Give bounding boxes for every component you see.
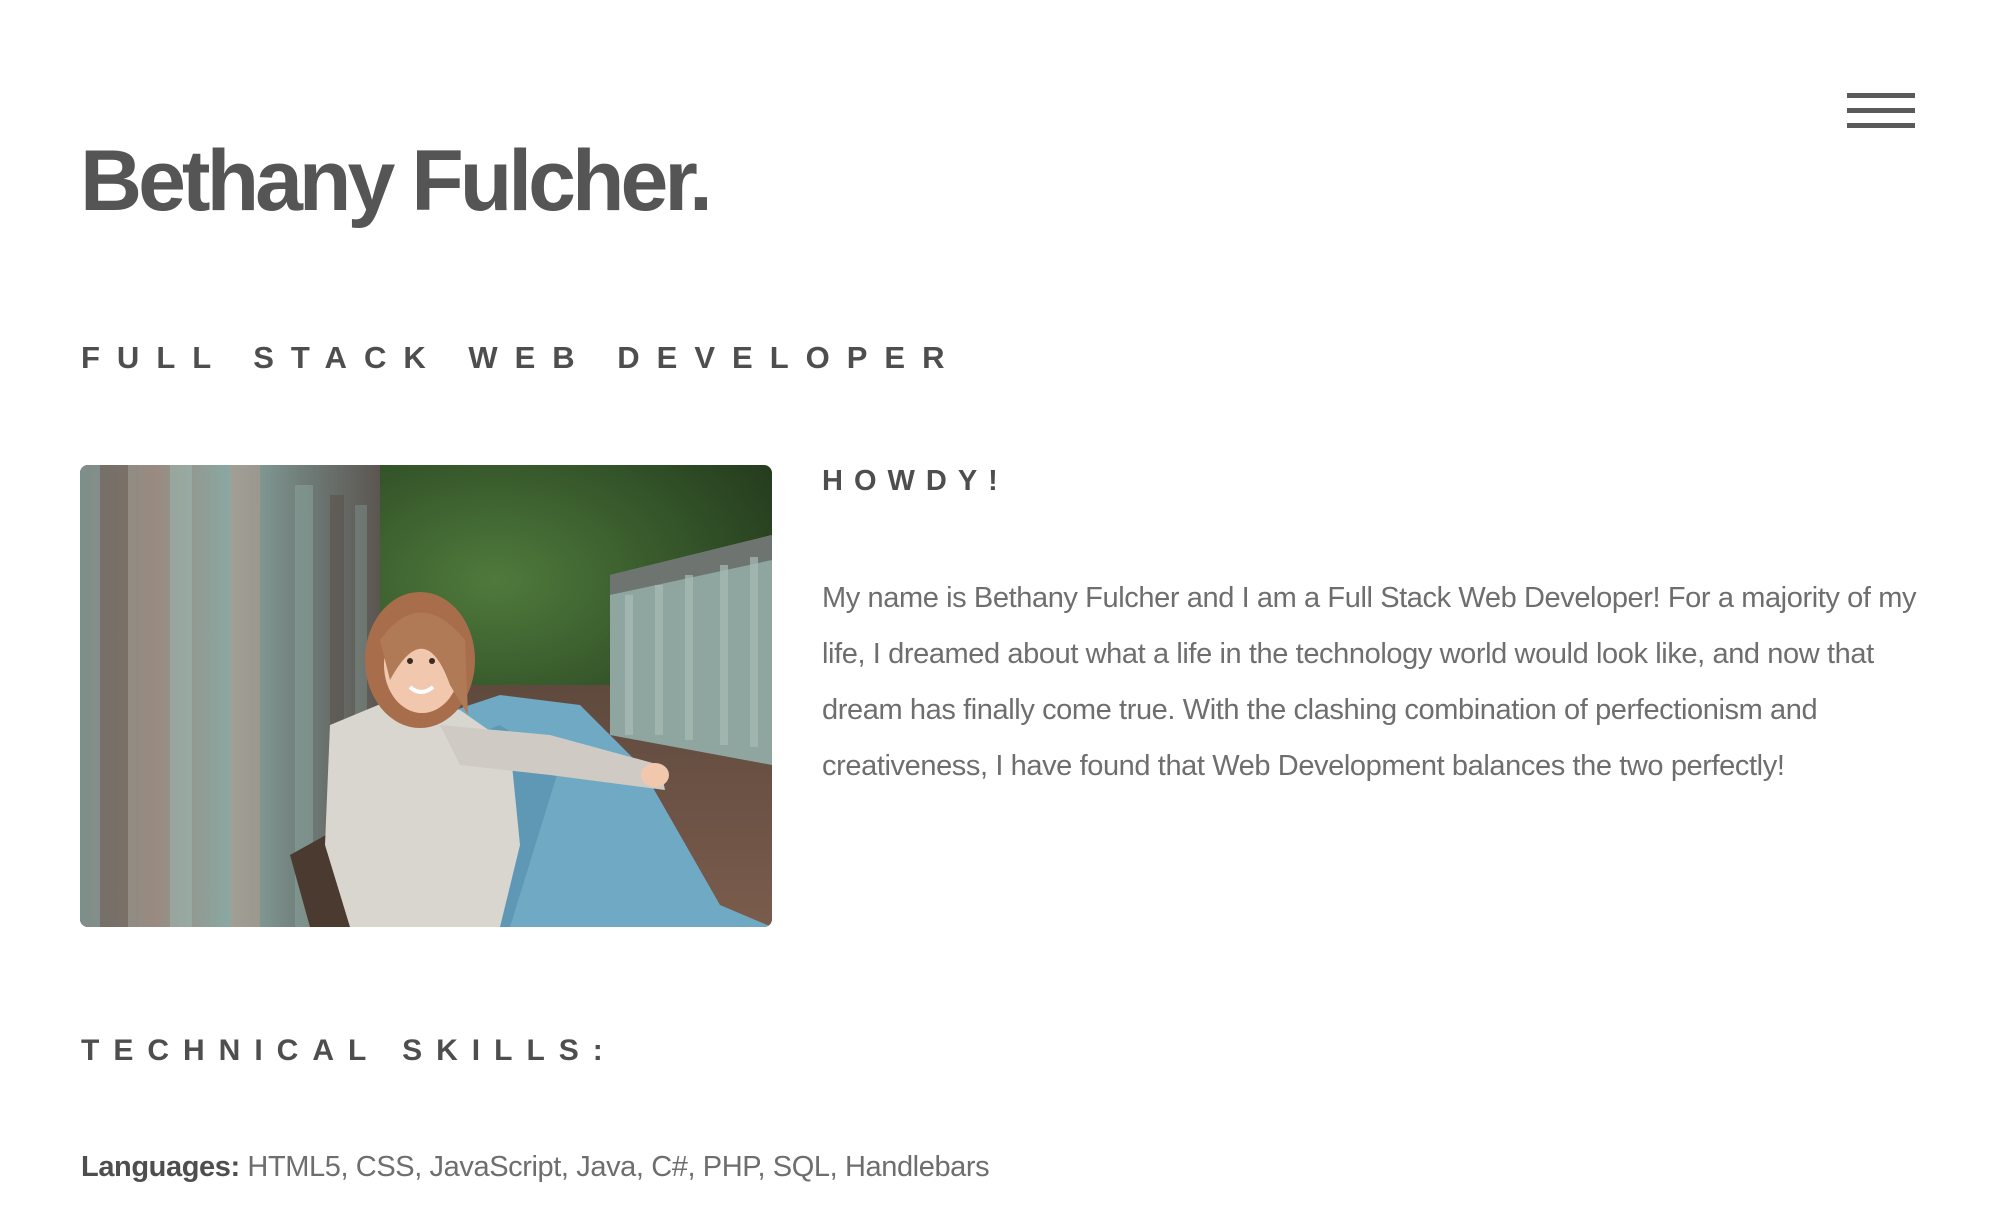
menu-bar-top [1847,93,1915,98]
menu-bar-bottom [1847,123,1915,128]
languages-line: Languages: HTML5, CSS, JavaScript, Java,… [81,1150,990,1185]
menu-bar-middle [1847,108,1915,113]
hamburger-menu-icon[interactable] [1847,88,1915,132]
bio-paragraph: My name is Bethany Fulcher and I am a Fu… [822,582,1917,782]
job-title: FULL STACK WEB DEVELOPER [81,340,962,375]
profile-photo [80,465,772,927]
technical-skills-heading: TECHNICAL SKILLS: [81,1034,617,1067]
site-title: Bethany Fulcher. [80,133,713,229]
languages-value: HTML5, CSS, JavaScript, Java, C#, PHP, S… [247,1151,990,1183]
languages-label: Languages: [81,1151,240,1183]
howdy-heading: HOWDY! [822,465,1009,497]
